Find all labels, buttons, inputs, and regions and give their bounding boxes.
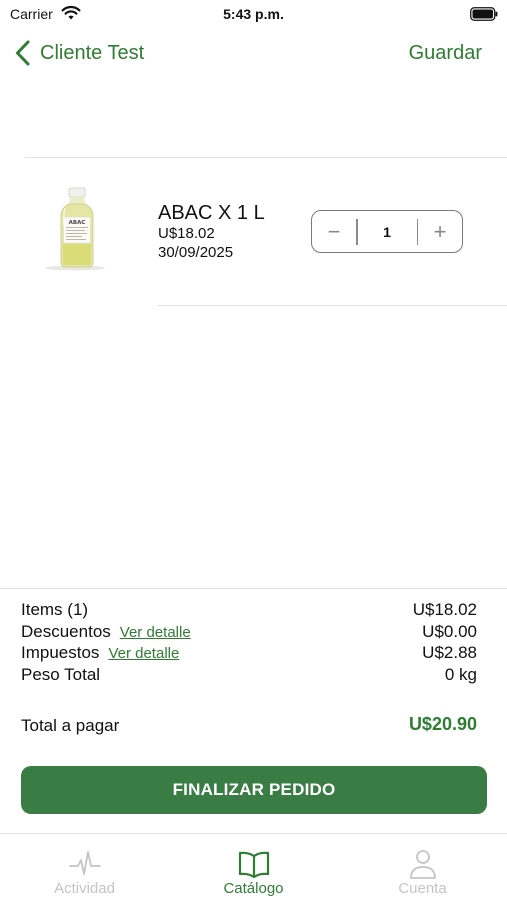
back-button-label: Cliente Test — [40, 41, 145, 64]
user-icon — [409, 850, 436, 879]
total-value: U$20.90 — [408, 714, 477, 734]
weight-value: 0 kg — [444, 664, 477, 684]
taxes-label: Impuestos — [21, 643, 100, 662]
items-label: Items (1) — [21, 600, 89, 619]
discounts-detail-link[interactable]: Ver detalle — [120, 624, 191, 641]
total-row: Total a pagar U$20.90 — [21, 714, 477, 738]
tab-actividad[interactable]: Actividad — [0, 834, 169, 900]
tab-cuenta[interactable]: Cuenta — [338, 834, 507, 900]
product-info: ABAC X 1 L U$18.02 30/09/2025 — [158, 202, 265, 262]
taxes-detail-link[interactable]: Ver detalle — [108, 645, 179, 662]
total-label: Total a pagar — [21, 716, 120, 735]
items-row: Items (1) U$18.02 — [21, 599, 477, 621]
summary-divider — [0, 588, 507, 589]
open-book-icon — [238, 851, 269, 879]
product-image: ABAC — [45, 187, 105, 271]
product-divider — [158, 305, 507, 306]
product-price: U$18.02 — [158, 225, 215, 242]
order-summary: Items (1) U$18.02 Descuentos Ver detalle … — [21, 599, 477, 685]
top-divider — [25, 157, 507, 158]
back-button[interactable]: Cliente Test — [14, 38, 144, 68]
battery-icon — [470, 7, 498, 21]
discounts-label: Descuentos — [21, 621, 111, 641]
tab-bar: Actividad Catálogo Cuenta — [0, 834, 507, 900]
finalize-order-button[interactable]: FINALIZAR PEDIDO — [21, 766, 487, 814]
product-name: ABAC X 1 L — [158, 202, 265, 224]
tab-actividad-label: Actividad — [54, 880, 115, 897]
increment-button[interactable]: + — [418, 211, 462, 252]
quantity-value[interactable]: 1 — [358, 224, 417, 240]
quantity-stepper: − 1 + — [311, 210, 463, 253]
tab-cuenta-label: Cuenta — [398, 880, 447, 897]
taxes-row: Impuestos Ver detalle U$2.88 — [21, 642, 477, 664]
navigation-bar: Cliente Test Guardar — [0, 36, 507, 72]
product-image-label: ABAC — [69, 220, 86, 226]
product-date: 30/09/2025 — [158, 244, 234, 261]
weight-label: Peso Total — [21, 664, 101, 684]
tab-catalogo-label: Catálogo — [223, 880, 284, 897]
status-bar: Carrier 5:43 p.m. — [0, 0, 507, 28]
items-value: U$18.02 — [412, 600, 477, 619]
discounts-value: U$0.00 — [422, 621, 477, 641]
status-time: 5:43 p.m. — [223, 6, 284, 22]
product-row[interactable]: ABAC ABAC X 1 L U$18.02 30/09/2025 − 1 + — [0, 170, 507, 290]
weight-row: Peso Total 0 kg — [21, 664, 477, 686]
tab-catalogo[interactable]: Catálogo — [169, 834, 338, 900]
activity-pulse-icon — [68, 851, 101, 875]
save-button[interactable]: Guardar — [409, 42, 482, 65]
taxes-value: U$2.88 — [422, 643, 477, 662]
chevron-left-icon — [16, 40, 30, 66]
decrement-button[interactable]: − — [312, 211, 356, 252]
discounts-row: Descuentos Ver detalle U$0.00 — [21, 621, 477, 643]
